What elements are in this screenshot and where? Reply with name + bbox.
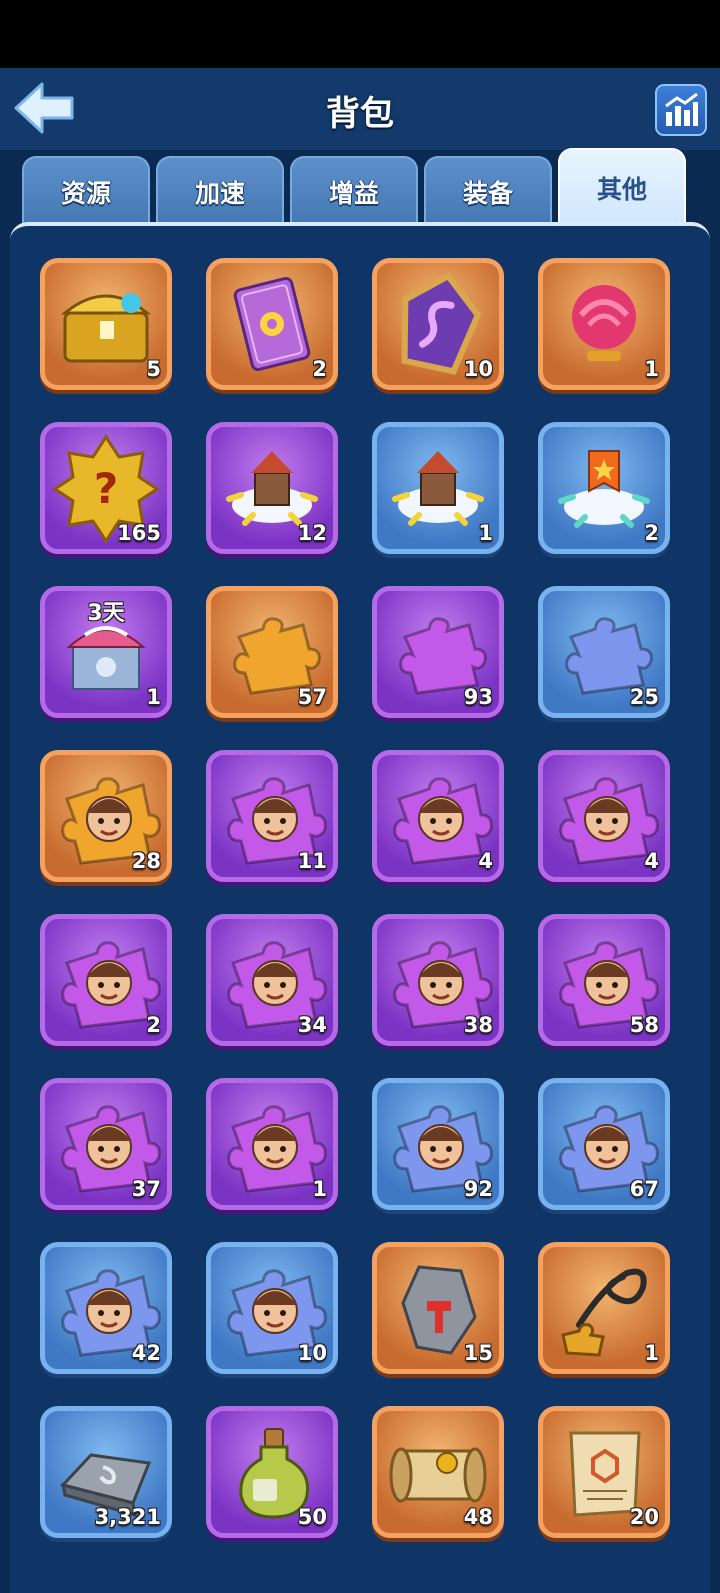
item-count: 2	[644, 521, 659, 545]
item-count: 25	[629, 685, 659, 709]
item-count: 1	[644, 1341, 659, 1365]
tab-label: 增益	[328, 179, 379, 208]
item-count: 1	[644, 357, 659, 381]
inventory-panel: 5 2 10 1? 165 12 1 2 3天 1 57 93 25 28 11 4 4 2 34 38 58 37 1 92…	[10, 222, 710, 1593]
item-count: 93	[463, 685, 493, 709]
item-count: 2	[146, 1013, 161, 1037]
status-bar	[0, 0, 720, 68]
item-count: 165	[117, 521, 161, 545]
inventory-item[interactable]: 50	[206, 1406, 338, 1538]
item-count: 12	[297, 521, 327, 545]
item-count: 4	[644, 849, 659, 873]
inventory-item[interactable]: 57	[206, 586, 338, 718]
tab-label: 加速	[194, 179, 245, 208]
inventory-item[interactable]: 34	[206, 914, 338, 1046]
item-count: 3,321	[94, 1505, 161, 1529]
item-count: 1	[312, 1177, 327, 1201]
inventory-item[interactable]: 1	[538, 258, 670, 390]
inventory-item[interactable]: 93	[372, 586, 504, 718]
inventory-item[interactable]: 28	[40, 750, 172, 882]
inventory-item[interactable]: 3,321	[40, 1406, 172, 1538]
inventory-item[interactable]: 10	[372, 258, 504, 390]
stats-button[interactable]	[655, 84, 707, 136]
item-count: 2	[312, 357, 327, 381]
tab-other[interactable]: 其他	[558, 148, 686, 226]
item-count: 42	[131, 1341, 161, 1365]
item-count: 48	[463, 1505, 493, 1529]
svg-text:?: ?	[94, 464, 118, 513]
page-title: 背包	[326, 94, 394, 134]
inventory-item[interactable]: 1	[206, 1078, 338, 1210]
inventory-item[interactable]: 4	[372, 750, 504, 882]
tab-equipment[interactable]: 装备	[424, 156, 552, 226]
item-count: 1	[146, 685, 161, 709]
item-timer: 3天	[87, 601, 125, 626]
inventory-item[interactable]: 3天 1	[40, 586, 172, 718]
item-count: 28	[131, 849, 161, 873]
inventory-item[interactable]: 1	[372, 422, 504, 554]
inventory-item[interactable]: 10	[206, 1242, 338, 1374]
item-count: 10	[463, 357, 493, 381]
item-count: 5	[146, 357, 161, 381]
tab-label: 资源	[60, 179, 111, 208]
tab-bar: 资源 加速 增益 装备 其他	[22, 148, 702, 226]
inventory-item[interactable]: 25	[538, 586, 670, 718]
inventory-item[interactable]: 2	[206, 258, 338, 390]
tab-label: 其他	[596, 175, 647, 204]
inventory-item[interactable]: ? 165	[40, 422, 172, 554]
item-count: 11	[297, 849, 327, 873]
inventory-item[interactable]: 2	[40, 914, 172, 1046]
inventory-item[interactable]: 11	[206, 750, 338, 882]
inventory-item[interactable]: 67	[538, 1078, 670, 1210]
inventory-item[interactable]: 20	[538, 1406, 670, 1538]
item-count: 10	[297, 1341, 327, 1365]
inventory-item[interactable]: 15	[372, 1242, 504, 1374]
item-count: 57	[297, 685, 327, 709]
item-count: 67	[629, 1177, 659, 1201]
tab-speedups[interactable]: 加速	[156, 156, 284, 226]
inventory-item[interactable]: 38	[372, 914, 504, 1046]
item-count: 4	[478, 849, 493, 873]
item-count: 50	[297, 1505, 327, 1529]
item-count: 1	[478, 521, 493, 545]
inventory-item[interactable]: 42	[40, 1242, 172, 1374]
inventory-item[interactable]: 4	[538, 750, 670, 882]
item-count: 58	[629, 1013, 659, 1037]
item-count: 34	[297, 1013, 327, 1037]
inventory-item[interactable]: 58	[538, 914, 670, 1046]
inventory-item[interactable]: 92	[372, 1078, 504, 1210]
item-count: 92	[463, 1177, 493, 1201]
tab-resources[interactable]: 资源	[22, 156, 150, 226]
item-count: 37	[131, 1177, 161, 1201]
bar-chart-icon	[665, 92, 698, 126]
tab-boosts[interactable]: 增益	[290, 156, 418, 226]
inventory-item[interactable]: 5	[40, 258, 172, 390]
inventory-item[interactable]: 12	[206, 422, 338, 554]
item-count: 20	[629, 1505, 659, 1529]
inventory-item[interactable]: 48	[372, 1406, 504, 1538]
item-count: 38	[463, 1013, 493, 1037]
tab-label: 装备	[462, 179, 513, 208]
inventory-item[interactable]: 1	[538, 1242, 670, 1374]
item-count: 15	[463, 1341, 493, 1365]
inventory-item[interactable]: 2	[538, 422, 670, 554]
inventory-item[interactable]: 37	[40, 1078, 172, 1210]
